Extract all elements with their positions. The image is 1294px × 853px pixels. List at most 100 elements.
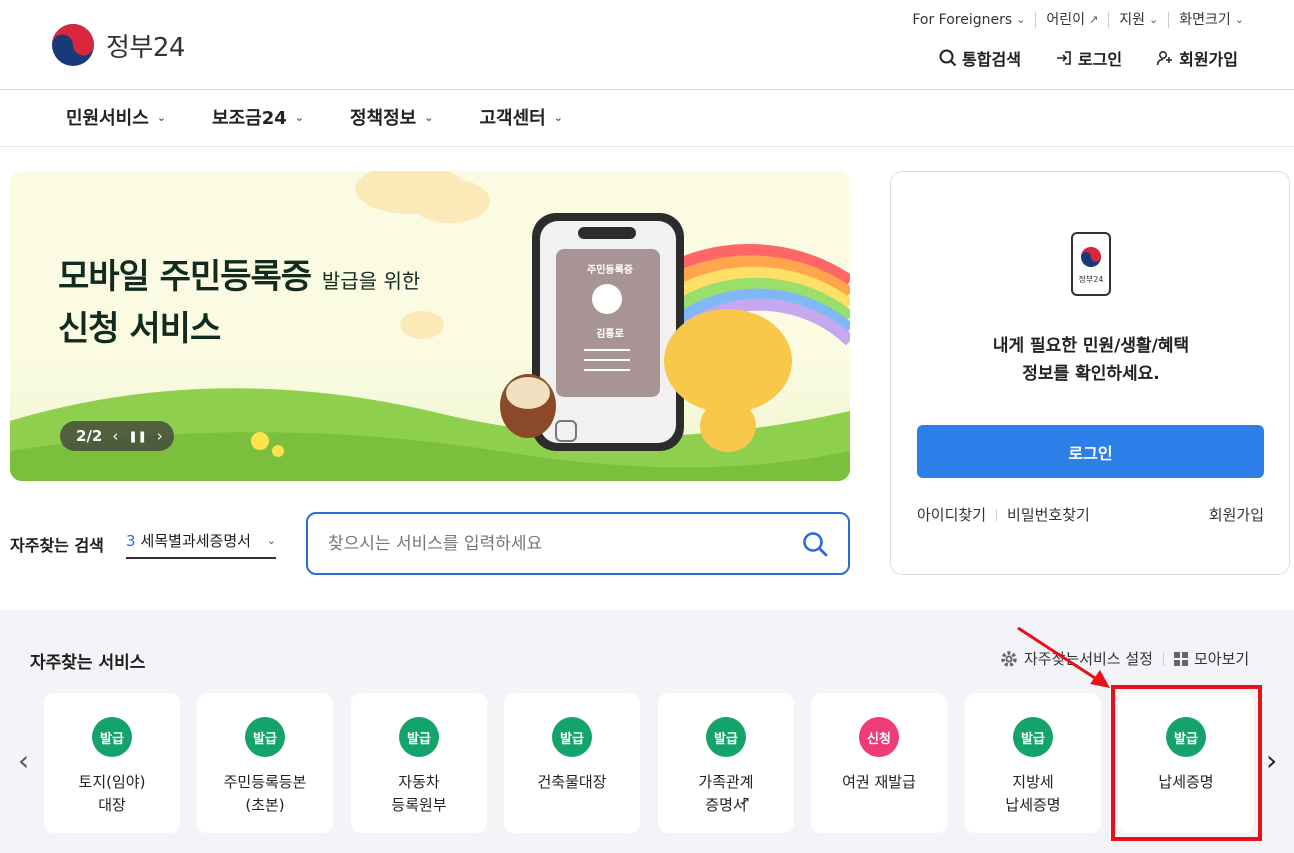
banner-title-line2: 신청 서비스 <box>58 309 221 349</box>
view-all-button[interactable]: 모아보기 <box>1173 648 1250 669</box>
frequent-search-label: 자주찾는 검색 <box>10 536 104 555</box>
header-actions: 통합검색 로그인 회원가입 <box>939 46 1238 70</box>
login-button[interactable]: 로그인 <box>917 425 1264 478</box>
issue-badge: 발급 <box>399 717 439 757</box>
frequent-search-term: 세목별과세증명서 <box>140 532 251 550</box>
add-user-icon <box>1156 51 1173 66</box>
main-nav: 민원서비스 ⌄ 보조금24 ⌄ 정책정보 ⌄ 고객센터 ⌄ <box>66 104 563 130</box>
logo-text: 정부24 <box>106 32 185 63</box>
service-card-label: 주민등록등본 (초본) <box>223 773 307 814</box>
for-foreigners-link[interactable]: For Foreigners ⌄ <box>902 12 1037 28</box>
banner-title-small: 발급을 위한 <box>321 269 421 293</box>
apply-badge: 신청 <box>859 717 899 757</box>
service-card-vehicle-register[interactable]: 발급 자동차 등록원부 <box>351 693 487 833</box>
chevron-down-icon: ⌄ <box>1234 13 1244 26</box>
login-label: 로그인 <box>1077 50 1123 69</box>
issue-badge: 발급 <box>552 717 592 757</box>
integrated-search-label: 통합검색 <box>962 50 1021 69</box>
service-search-input[interactable] <box>328 533 788 554</box>
service-card-label: 여권 재발급 <box>842 773 916 791</box>
chevron-down-icon: ⌄ <box>553 110 563 124</box>
service-card-label: 자동차 등록원부 <box>391 773 447 814</box>
pager-count: 2/2 <box>76 427 103 445</box>
app-icon-label: 정부24 <box>1078 275 1104 284</box>
kids-link[interactable]: 어린이 ↗ <box>1036 12 1110 28</box>
main-banner[interactable]: 주민등록증 김통로 모바일 주민등록증 발급을 위한 신청 서비스 2/2 ‹ … <box>10 171 850 481</box>
chevron-right-icon[interactable]: › <box>157 427 163 445</box>
signup-label: 회원가입 <box>1179 50 1238 69</box>
chevron-down-icon: ⌄ <box>294 110 304 124</box>
frequent-search-select[interactable]: 3 세목별과세증명서 ⌄ <box>126 530 276 559</box>
screen-size-label: 화면크기 <box>1179 12 1231 28</box>
carousel-prev-icon[interactable]: ‹ <box>18 744 29 777</box>
taegeuk-logo-icon <box>52 24 94 66</box>
nav-divider <box>0 146 1294 147</box>
frequent-services-title: 자주찾는 서비스 <box>30 653 146 673</box>
nav-subsidy[interactable]: 보조금24 ⌄ <box>212 104 304 130</box>
service-search-box <box>306 512 850 575</box>
service-card-label: 건축물대장 <box>537 773 607 791</box>
login-icon <box>1056 51 1071 65</box>
search-icon[interactable] <box>802 531 828 557</box>
login-card: 정부24 내게 필요한 민원/생활/혜택 정보를 확인하세요. 로그인 아이디찾… <box>890 171 1290 575</box>
find-password-link[interactable]: 비밀번호찾기 <box>1007 504 1090 525</box>
nav-label: 고객센터 <box>479 108 546 129</box>
banner-title-line1: 모바일 주민등록증 <box>58 257 312 297</box>
nav-label: 보조금24 <box>212 108 287 129</box>
carousel-next-icon[interactable]: › <box>1266 744 1277 777</box>
service-card-building-register[interactable]: 발급 건축물대장 <box>504 693 640 833</box>
support-label: 지원 <box>1119 12 1146 28</box>
taegeuk-icon <box>1081 247 1101 267</box>
divider <box>996 509 998 521</box>
chevron-down-icon: ⌄ <box>156 110 167 124</box>
chevron-left-icon[interactable]: ‹ <box>112 427 118 445</box>
screen-size-link[interactable]: 화면크기 ⌄ <box>1169 12 1244 28</box>
service-card-resident-registration[interactable]: 발급 주민등록등본 (초본) <box>197 693 333 833</box>
chevron-down-icon: ⌄ <box>1149 13 1159 26</box>
kids-label: 어린이 <box>1046 12 1086 28</box>
service-card-family-certificate[interactable]: 발급 가족관계 증명서 ↗ <box>658 693 794 833</box>
mobile-app-icon: 정부24 <box>1071 232 1111 296</box>
nav-policy[interactable]: 정책정보 ⌄ <box>350 104 433 130</box>
service-card-label: 가족관계 증명서 <box>698 773 754 814</box>
divider <box>1162 651 1164 666</box>
arrow-annotation-icon <box>1017 626 1110 688</box>
nav-civil-service[interactable]: 민원서비스 ⌄ <box>66 104 166 130</box>
grid-icon <box>1173 651 1188 666</box>
chevron-down-icon: ⌄ <box>1016 13 1026 26</box>
site-logo[interactable]: 정부24 <box>50 22 185 68</box>
view-all-label: 모아보기 <box>1193 650 1250 668</box>
pause-icon[interactable]: ❚❚ <box>128 430 146 443</box>
card-title: 주민등록증 <box>587 265 633 276</box>
login-link[interactable]: 로그인 <box>1055 46 1122 70</box>
signup-link[interactable]: 회원가입 <box>1156 46 1238 70</box>
chevron-down-icon: ⌄ <box>424 110 434 124</box>
search-icon <box>939 49 957 67</box>
chevron-down-icon: ⌄ <box>266 534 276 547</box>
service-card-land-register[interactable]: 발급 토지(임야) 대장 <box>44 693 180 833</box>
nav-label: 정책정보 <box>349 108 417 129</box>
highlight-box <box>1111 685 1262 841</box>
for-foreigners-label: For Foreigners <box>912 12 1013 28</box>
header-divider <box>0 89 1294 90</box>
service-card-local-tax-certificate[interactable]: 발급 지방세 납세증명 <box>965 693 1101 833</box>
service-card-label: 토지(임야) 대장 <box>78 773 146 814</box>
service-card-label: 지방세 납세증명 <box>1005 773 1061 814</box>
login-message-line1: 내게 필요한 민원/생활/혜택 <box>992 336 1190 356</box>
signup-link[interactable]: 회원가입 <box>1209 504 1264 525</box>
frequent-search-rank: 3 <box>126 531 136 550</box>
login-message: 내게 필요한 민원/생활/혜택 정보를 확인하세요. <box>891 332 1291 388</box>
service-card-passport-reissue[interactable]: 신청 여권 재발급 <box>811 693 947 833</box>
find-id-link[interactable]: 아이디찾기 <box>917 504 986 525</box>
pager-total: 2 <box>91 427 103 445</box>
external-link-icon: ↗ <box>1089 13 1099 26</box>
issue-badge: 발급 <box>706 717 746 757</box>
pager-current: 2 <box>76 427 87 445</box>
nav-label: 민원서비스 <box>66 108 149 129</box>
support-link[interactable]: 지원 ⌄ <box>1109 12 1170 28</box>
integrated-search-button[interactable]: 통합검색 <box>939 46 1021 70</box>
banner-pager: 2/2 ‹ ❚❚ › <box>60 421 174 451</box>
card-name: 김통로 <box>596 329 624 340</box>
nav-customer-center[interactable]: 고객센터 ⌄ <box>479 104 562 130</box>
banner-title: 모바일 주민등록증 발급을 위한 신청 서비스 <box>58 253 420 353</box>
